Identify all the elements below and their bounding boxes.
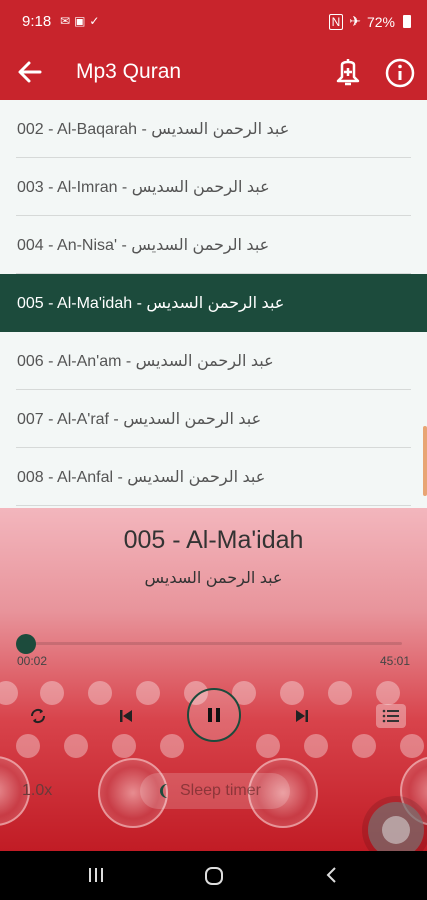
alarm-add-icon (336, 59, 360, 86)
previous-icon (120, 710, 132, 722)
next-button[interactable] (290, 704, 314, 728)
info-icon (385, 58, 415, 88)
nfc-icon: N (328, 13, 344, 30)
list-item-label: 004 - An-Nisa' - عبد الرحمن السديس (17, 237, 270, 254)
status-bar: 9:18 ✉▣✓ N ✈ 72% (0, 0, 427, 44)
repeat-button[interactable] (26, 704, 50, 728)
list-item-label: 002 - Al-Baqarah - عبد الرحمن السديس (17, 121, 290, 138)
list-item-label: 003 - Al-Imran - عبد الرحمن السديس (17, 179, 270, 196)
list-item-active[interactable]: 005 - Al-Ma'idah - عبد الرحمن السديس (0, 274, 427, 332)
list-item[interactable]: 008 - Al-Anfal - عبد الرحمن السديس (0, 448, 427, 506)
battery-icon (403, 15, 411, 28)
chevron-left-icon (326, 867, 336, 883)
image-icon: ▣ (74, 14, 90, 28)
arrow-left-icon (18, 61, 42, 83)
recents-icon (89, 868, 103, 882)
app-bar: Mp3 Quran (0, 44, 427, 100)
elapsed-time: 00:02 (17, 654, 48, 668)
player-panel: 005 - Al-Ma'idah عبد الرحمن السديس 00:02… (0, 508, 427, 851)
list-item-label: 006 - Al-An'am - عبد الرحمن السديس (17, 353, 274, 370)
list-item[interactable]: 006 - Al-An'am - عبد الرحمن السديس (0, 332, 427, 390)
repeat-icon (30, 708, 46, 724)
playback-speed[interactable]: 1.0x (22, 782, 52, 800)
list-item[interactable]: 003 - Al-Imran - عبد الرحمن السديس (0, 158, 427, 216)
recents-button[interactable] (86, 865, 110, 887)
fab-icon (382, 816, 410, 844)
divider (16, 505, 411, 506)
list-item[interactable]: 004 - An-Nisa' - عبد الرحمن السديس (0, 216, 427, 274)
floating-action-button[interactable] (368, 802, 424, 851)
list-item[interactable]: 007 - Al-A'raf - عبد الرحمن السديس (0, 390, 427, 448)
list-item-label: 007 - Al-A'raf - عبد الرحمن السديس (17, 411, 262, 428)
playlist-icon (382, 709, 399, 723)
previous-button[interactable] (114, 704, 138, 728)
scrollbar[interactable] (423, 426, 427, 496)
status-time: 9:18 (22, 13, 52, 30)
now-playing-title: 005 - Al-Ma'idah (123, 526, 304, 554)
surah-list: 002 - Al-Baqarah - عبد الرحمن السديس 003… (0, 100, 427, 508)
now-playing-reciter: عبد الرحمن السديس (144, 570, 283, 587)
pause-icon (208, 708, 220, 722)
airplane-icon: ✈ (349, 13, 361, 29)
moon-icon (156, 782, 172, 805)
notification-icons: ✉▣✓ (60, 14, 103, 28)
page-title: Mp3 Quran (76, 60, 182, 83)
status-right: N ✈ 72% (328, 13, 411, 30)
sleep-timer-label: Sleep timer (180, 782, 261, 799)
next-icon (296, 710, 308, 722)
seek-thumb[interactable] (16, 634, 37, 654)
playlist-button[interactable] (376, 704, 406, 728)
home-icon (205, 867, 223, 885)
list-item[interactable]: 002 - Al-Baqarah - عبد الرحمن السديس (0, 100, 427, 158)
info-button[interactable] (384, 57, 416, 89)
total-time: 45:01 (379, 654, 410, 668)
home-button[interactable] (203, 865, 227, 887)
battery-percent: 72% (366, 13, 395, 30)
check-icon: ✓ (89, 14, 104, 28)
back-button[interactable] (16, 58, 44, 86)
back-nav-button[interactable] (322, 865, 346, 887)
seek-bar[interactable] (26, 642, 402, 645)
list-item-label: 005 - Al-Ma'idah - عبد الرحمن السديس (17, 295, 285, 312)
play-pause-button[interactable] (187, 688, 241, 742)
system-nav-bar (0, 851, 427, 900)
list-item-label: 008 - Al-Anfal - عبد الرحمن السديس (17, 469, 266, 486)
alarm-add-button[interactable] (332, 56, 364, 88)
mail-icon: ✉ (60, 14, 75, 28)
